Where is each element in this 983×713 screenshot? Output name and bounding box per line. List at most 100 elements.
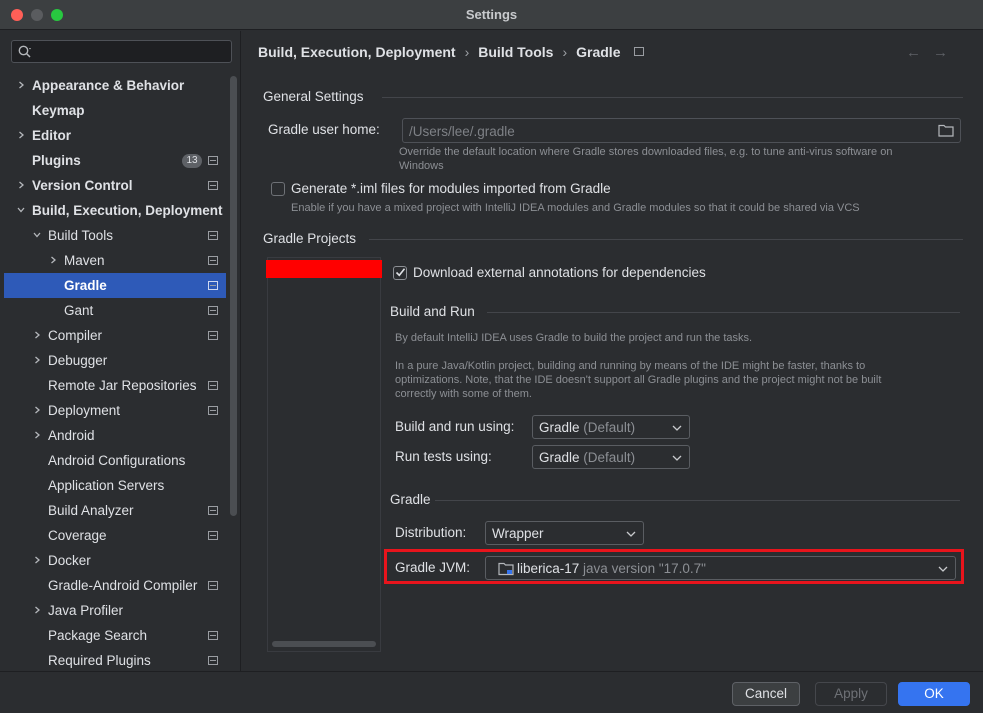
project-level-icon (208, 281, 218, 290)
chevron-right-icon[interactable] (33, 606, 41, 614)
chevron-right-icon[interactable] (33, 356, 41, 364)
sidebar-item-gradle-android-compiler[interactable]: Gradle-Android Compiler (4, 573, 226, 598)
sidebar-item-compiler[interactable]: Compiler (4, 323, 226, 348)
select-value-suffix: (Default) (583, 420, 636, 435)
sidebar-item-required-plugins[interactable]: Required Plugins (4, 648, 226, 673)
chevron-down-icon (938, 566, 948, 572)
apply-button[interactable]: Apply (815, 682, 887, 706)
update-count-badge: 13 (182, 154, 202, 168)
project-level-icon (208, 231, 218, 240)
chevron-right-icon[interactable] (33, 556, 41, 564)
section-divider (382, 97, 963, 98)
ok-button[interactable]: OK (898, 682, 970, 706)
sidebar-item-application-servers[interactable]: Application Servers (4, 473, 226, 498)
chevron-down-icon (626, 531, 636, 537)
settings-search-input[interactable] (36, 43, 226, 60)
sidebar-item-label: Build Analyzer (48, 503, 134, 518)
search-icon (18, 45, 31, 58)
cancel-button[interactable]: Cancel (732, 682, 800, 706)
title-bar: Settings (0, 0, 983, 30)
sidebar-item-label: Android Configurations (48, 453, 186, 468)
project-level-icon (208, 631, 218, 640)
project-level-icon (208, 656, 218, 665)
sidebar-item-debugger[interactable]: Debugger (4, 348, 226, 373)
sidebar-item-remote-jar-repositories[interactable]: Remote Jar Repositories (4, 373, 226, 398)
project-level-icon (208, 381, 218, 390)
breadcrumb-item[interactable]: Build Tools (478, 44, 553, 60)
chevron-right-icon[interactable] (49, 256, 57, 264)
settings-tree: Appearance & Behavior Keymap Editor Plugins… (4, 73, 226, 673)
chevron-right-icon[interactable] (33, 331, 41, 339)
chevron-down-icon[interactable] (17, 206, 25, 214)
build-run-ide-hint: In a pure Java/Kotlin project, building … (395, 359, 960, 401)
gradle-jvm-select[interactable]: liberica-17 java version "17.0.7" (485, 556, 956, 580)
gradle-projects-list[interactable] (266, 257, 382, 652)
chevron-down-icon[interactable] (33, 231, 41, 239)
project-level-icon (208, 406, 218, 415)
distribution-select[interactable]: Wrapper (485, 521, 644, 545)
sidebar-item-label: Version Control (32, 178, 133, 193)
settings-search-box[interactable] (11, 40, 232, 63)
project-level-icon (208, 156, 218, 165)
breadcrumb: Build, Execution, Deployment › Build Tools… (258, 44, 645, 60)
generate-iml-checkbox[interactable] (271, 182, 285, 196)
section-divider (487, 312, 960, 313)
build-and-run-title: Build and Run (390, 304, 475, 319)
build-and-run-using-select[interactable]: Gradle (Default) (532, 415, 690, 439)
project-level-icon (634, 47, 645, 56)
run-tests-using-select[interactable]: Gradle (Default) (532, 445, 690, 469)
sidebar-item-label: Remote Jar Repositories (48, 378, 197, 393)
redacted-project-item[interactable] (266, 260, 382, 278)
sidebar-item-version-control[interactable]: Version Control (4, 173, 226, 198)
sidebar-item-docker[interactable]: Docker (4, 548, 226, 573)
sidebar-item-label: Keymap (32, 103, 85, 118)
breadcrumb-item[interactable]: Build, Execution, Deployment (258, 44, 456, 60)
sidebar-item-coverage[interactable]: Coverage (4, 523, 226, 548)
sidebar-item-label: Gradle-Android Compiler (48, 578, 198, 593)
gradle-user-home-field[interactable] (402, 118, 961, 143)
generate-iml-label[interactable]: Generate *.iml files for modules importe… (291, 181, 611, 196)
gradle-user-home-label: Gradle user home: (268, 122, 380, 137)
sidebar-item-keymap[interactable]: Keymap (4, 98, 226, 123)
sidebar-item-java-profiler[interactable]: Java Profiler (4, 598, 226, 623)
forward-arrow-icon[interactable]: → (933, 44, 960, 61)
sidebar-item-label: Build Tools (48, 228, 114, 243)
sidebar-item-appearance-behavior[interactable]: Appearance & Behavior (4, 73, 226, 98)
chevron-right-icon[interactable] (17, 131, 25, 139)
back-arrow-icon[interactable]: ← (906, 44, 933, 61)
sidebar-item-android[interactable]: Android (4, 423, 226, 448)
sidebar-item-gradle[interactable]: Gradle (4, 273, 226, 298)
sidebar-item-build-tools[interactable]: Build Tools (4, 223, 226, 248)
folder-icon[interactable] (938, 124, 954, 137)
sidebar-item-build-execution-deployment[interactable]: Build, Execution, Deployment (4, 198, 226, 223)
chevron-right-icon[interactable] (17, 181, 25, 189)
gradle-user-home-input[interactable] (409, 122, 929, 140)
sidebar-item-android-configurations[interactable]: Android Configurations (4, 448, 226, 473)
sidebar-item-label: Build, Execution, Deployment (32, 203, 223, 218)
sidebar-scrollbar[interactable] (230, 76, 237, 516)
sidebar-item-build-analyzer[interactable]: Build Analyzer (4, 498, 226, 523)
distribution-label: Distribution: (395, 525, 467, 540)
sidebar-item-label: Editor (32, 128, 71, 143)
sidebar-item-label: Android (48, 428, 95, 443)
sidebar-item-editor[interactable]: Editor (4, 123, 226, 148)
sidebar-item-maven[interactable]: Maven (4, 248, 226, 273)
chevron-right-icon[interactable] (33, 431, 41, 439)
sidebar-item-deployment[interactable]: Deployment (4, 398, 226, 423)
sidebar-item-package-search[interactable]: Package Search (4, 623, 226, 648)
chevron-down-icon (672, 455, 682, 461)
build-and-run-using-label: Build and run using: (395, 419, 515, 434)
project-level-icon (208, 506, 218, 515)
sidebar-item-label: Coverage (48, 528, 107, 543)
sidebar-item-gant[interactable]: Gant (4, 298, 226, 323)
select-value-suffix: java version "17.0.7" (583, 561, 706, 576)
select-value: Gradle (539, 420, 580, 435)
download-annotations-label[interactable]: Download external annotations for depend… (413, 265, 706, 280)
gradle-projects-title: Gradle Projects (263, 231, 357, 246)
chevron-right-icon[interactable] (33, 406, 41, 414)
sidebar-item-label: Maven (64, 253, 105, 268)
chevron-right-icon[interactable] (17, 81, 25, 89)
download-annotations-checkbox[interactable] (393, 266, 407, 280)
projects-list-scrollbar[interactable] (272, 641, 376, 647)
sidebar-item-plugins[interactable]: Plugins 13 (4, 148, 226, 173)
